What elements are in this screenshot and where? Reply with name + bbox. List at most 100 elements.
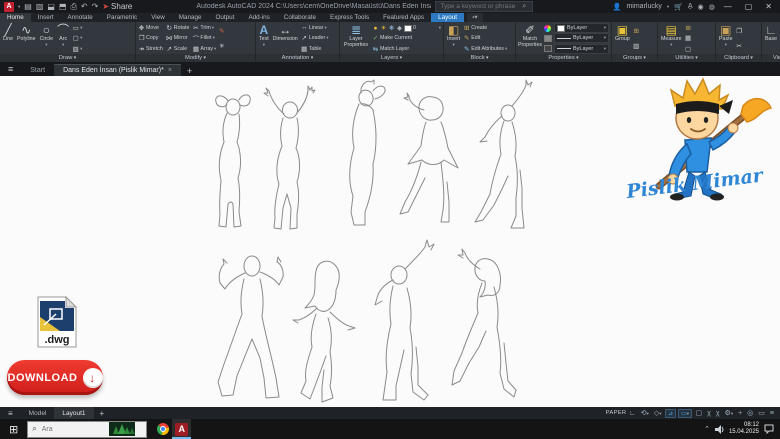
- group-button[interactable]: Group: [614, 23, 631, 54]
- dancer-figure[interactable]: [218, 256, 283, 398]
- file-tabs-menu-icon[interactable]: ≡: [0, 64, 21, 74]
- user-caret-icon[interactable]: ▾: [667, 4, 669, 10]
- redo-icon[interactable]: ↷: [92, 3, 99, 11]
- panel-label-properties[interactable]: Properties: [516, 54, 611, 62]
- panel-label-draw[interactable]: Draw: [0, 54, 135, 62]
- model-tab[interactable]: Model: [21, 407, 55, 419]
- tray-clock[interactable]: 08:12 15.04.2025: [729, 422, 759, 437]
- trim-button[interactable]: Trim▾: [192, 23, 216, 33]
- help-globe-icon[interactable]: ◉: [698, 3, 704, 11]
- osnap-settings-icon[interactable]: ▭▾: [678, 409, 692, 418]
- search-icon[interactable]: ⌕: [522, 3, 526, 11]
- panel-label-layers[interactable]: Layers: [340, 54, 443, 62]
- lineweight-dropdown[interactable]: ByLayer▾: [554, 33, 609, 43]
- isodraft-icon[interactable]: ◇▾: [651, 409, 664, 417]
- make-current-button[interactable]: Make Current: [372, 34, 441, 42]
- match-properties-button[interactable]: Match Properties: [518, 23, 542, 54]
- new-layout-icon[interactable]: +: [94, 409, 111, 418]
- layout1-tab[interactable]: Layout1: [54, 407, 93, 419]
- dancer-figure[interactable]: [400, 93, 458, 222]
- layer-dropdown[interactable]: 0▾: [372, 24, 441, 32]
- tab-parametric[interactable]: Parametric: [100, 13, 144, 22]
- edit-attributes-button[interactable]: Edit Attributes▾: [463, 45, 507, 53]
- selection-cycling-icon[interactable]: ▢: [693, 409, 705, 417]
- explode-button[interactable]: [218, 42, 225, 50]
- taskbar-search-input[interactable]: [40, 425, 106, 434]
- tab-manage[interactable]: Manage: [172, 13, 209, 22]
- scale-button[interactable]: Scale: [166, 44, 190, 54]
- copy-button[interactable]: Copy: [138, 33, 163, 43]
- workspace-switching-icon[interactable]: +: [736, 410, 745, 417]
- tab-view[interactable]: View: [144, 13, 172, 22]
- save-icon[interactable]: ⬓: [47, 3, 55, 11]
- quick-calc-button[interactable]: [685, 34, 692, 42]
- new-file-icon[interactable]: ▤: [24, 3, 32, 11]
- table-button[interactable]: Table: [301, 45, 329, 53]
- share-button[interactable]: ➤ Share: [102, 2, 132, 11]
- file-tab-document[interactable]: Dans Eden İnsan (Pislik Mimar)* ×: [54, 64, 181, 76]
- circle-button[interactable]: Circle▾: [39, 23, 55, 54]
- polar-tracking-icon[interactable]: ⟲▾: [638, 409, 651, 417]
- fillet-button[interactable]: Fillet▾: [192, 33, 216, 43]
- close-button[interactable]: ✕: [761, 2, 776, 11]
- stretch-button[interactable]: Stretch: [138, 44, 163, 54]
- panel-label-block[interactable]: Block: [444, 54, 515, 62]
- layout-menu-icon[interactable]: ≡: [0, 409, 21, 418]
- new-tab-icon[interactable]: +: [181, 66, 198, 76]
- autodesk-a-icon[interactable]: A̠: [688, 3, 693, 10]
- taskbar-autocad-icon[interactable]: A: [172, 419, 191, 439]
- tray-expand-icon[interactable]: ⌃: [704, 425, 710, 433]
- dancer-figure[interactable]: [475, 80, 532, 228]
- tab-layout[interactable]: Layout: [431, 13, 464, 22]
- dancer-figure[interactable]: [452, 249, 516, 397]
- tab-collaborate[interactable]: Collaborate: [277, 13, 323, 22]
- linear-button[interactable]: Linear▾: [301, 24, 329, 31]
- leader-button[interactable]: Leader▾: [301, 34, 329, 42]
- taskbar-search[interactable]: ⌕: [27, 421, 147, 438]
- tab-output[interactable]: Output: [209, 13, 242, 22]
- list-icon[interactable]: [544, 45, 552, 52]
- paper-space-label[interactable]: PAPER: [606, 410, 627, 416]
- tab-express-tools[interactable]: Express Tools: [323, 13, 376, 22]
- measure-button[interactable]: Measure▾: [660, 23, 683, 54]
- autoscale-icon[interactable]: χ: [713, 410, 722, 417]
- file-tab-start[interactable]: Start: [21, 65, 54, 76]
- dancer-figure[interactable]: [216, 95, 251, 227]
- array-button[interactable]: Array▾: [192, 44, 216, 54]
- tab-home[interactable]: Home: [0, 13, 31, 22]
- edit-block-button[interactable]: Edit: [463, 34, 507, 42]
- help-search[interactable]: ⌕: [435, 1, 533, 12]
- create-block-button[interactable]: Create: [463, 24, 507, 32]
- object-snap-icon[interactable]: ⊿: [665, 409, 676, 418]
- copy-clip-button[interactable]: [736, 27, 743, 35]
- insert-button[interactable]: Insert▾: [446, 23, 461, 54]
- dancer-figure[interactable]: [350, 80, 385, 225]
- dancer-figure[interactable]: [375, 240, 434, 400]
- isolate-objects-icon[interactable]: ◎: [745, 409, 756, 417]
- line-button[interactable]: Line: [2, 23, 14, 54]
- ortho-icon[interactable]: ∟: [626, 410, 638, 417]
- notification-globe-icon[interactable]: ◍: [709, 3, 715, 11]
- move-button[interactable]: Move: [138, 23, 163, 33]
- autocad-app-icon[interactable]: A: [4, 2, 14, 12]
- undo-icon[interactable]: ↶: [81, 3, 88, 11]
- mirror-button[interactable]: Mirror: [166, 33, 190, 43]
- panel-label-modify[interactable]: Modify: [136, 54, 255, 62]
- app-store-icon[interactable]: 🛒: [674, 3, 683, 11]
- color-wheel-icon[interactable]: [544, 25, 551, 32]
- plot-icon[interactable]: ⎙: [71, 3, 77, 11]
- cut-clip-button[interactable]: [736, 42, 743, 50]
- dancer-figure[interactable]: [293, 261, 355, 402]
- drawing-canvas[interactable]: Pislik Mimar .dwg DOWNLOAD ↓: [0, 76, 780, 407]
- object-color-dropdown[interactable]: ByLayer▾: [554, 23, 609, 33]
- app-menu-caret-icon[interactable]: ▾: [18, 4, 20, 10]
- tab-addins[interactable]: Add-ins: [241, 13, 276, 22]
- rectangle-button[interactable]: ▾: [72, 24, 82, 32]
- panel-label-utilities[interactable]: Utilities: [658, 54, 715, 62]
- panel-label-view[interactable]: View: [762, 54, 780, 62]
- panel-label-groups[interactable]: Groups: [612, 54, 657, 62]
- polyline-button[interactable]: Polyline: [16, 23, 37, 54]
- arc-button[interactable]: Arc▾: [56, 23, 70, 54]
- erase-button[interactable]: [218, 27, 225, 35]
- close-tab-icon[interactable]: ×: [168, 67, 172, 74]
